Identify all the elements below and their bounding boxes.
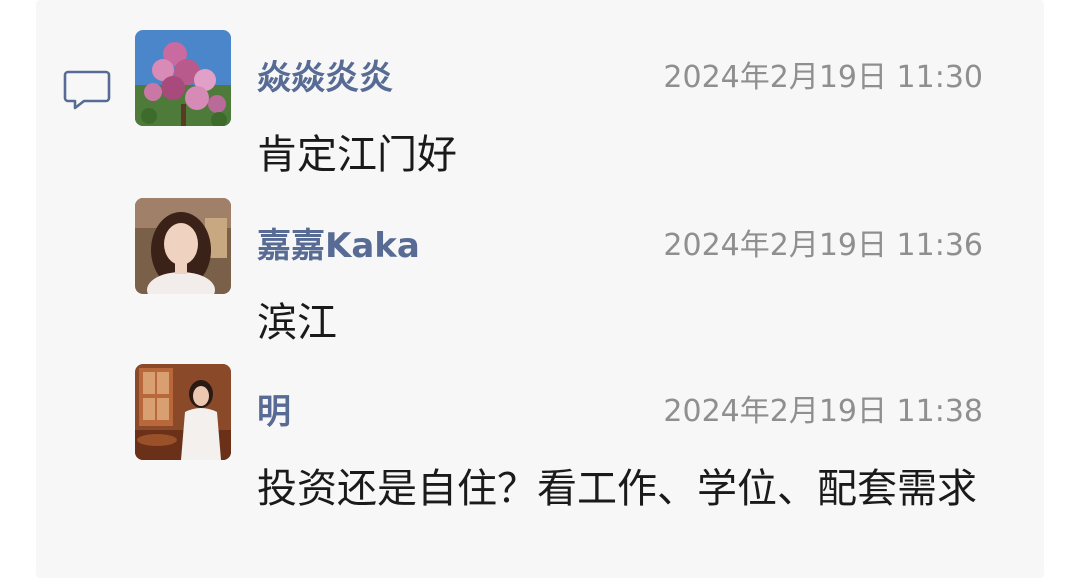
comment-text: 肯定江门好 — [257, 132, 457, 178]
author-name[interactable]: 嘉嘉Kaka — [257, 222, 420, 270]
author-name[interactable]: 明 — [257, 388, 291, 436]
comment-text: 投资还是自住？看工作、学位、配套需求 — [257, 466, 977, 512]
author-name[interactable]: 焱焱炎炎 — [257, 54, 393, 102]
comment-text: 滨江 — [257, 300, 337, 346]
avatar[interactable] — [135, 30, 231, 126]
avatar[interactable] — [135, 364, 231, 460]
comment-bubble-icon — [63, 70, 111, 110]
comment-time: 2024年2月19日 11:30 — [663, 60, 983, 95]
comment-time: 2024年2月19日 11:38 — [663, 394, 983, 429]
comment-time: 2024年2月19日 11:36 — [663, 228, 983, 263]
avatar[interactable] — [135, 198, 231, 294]
